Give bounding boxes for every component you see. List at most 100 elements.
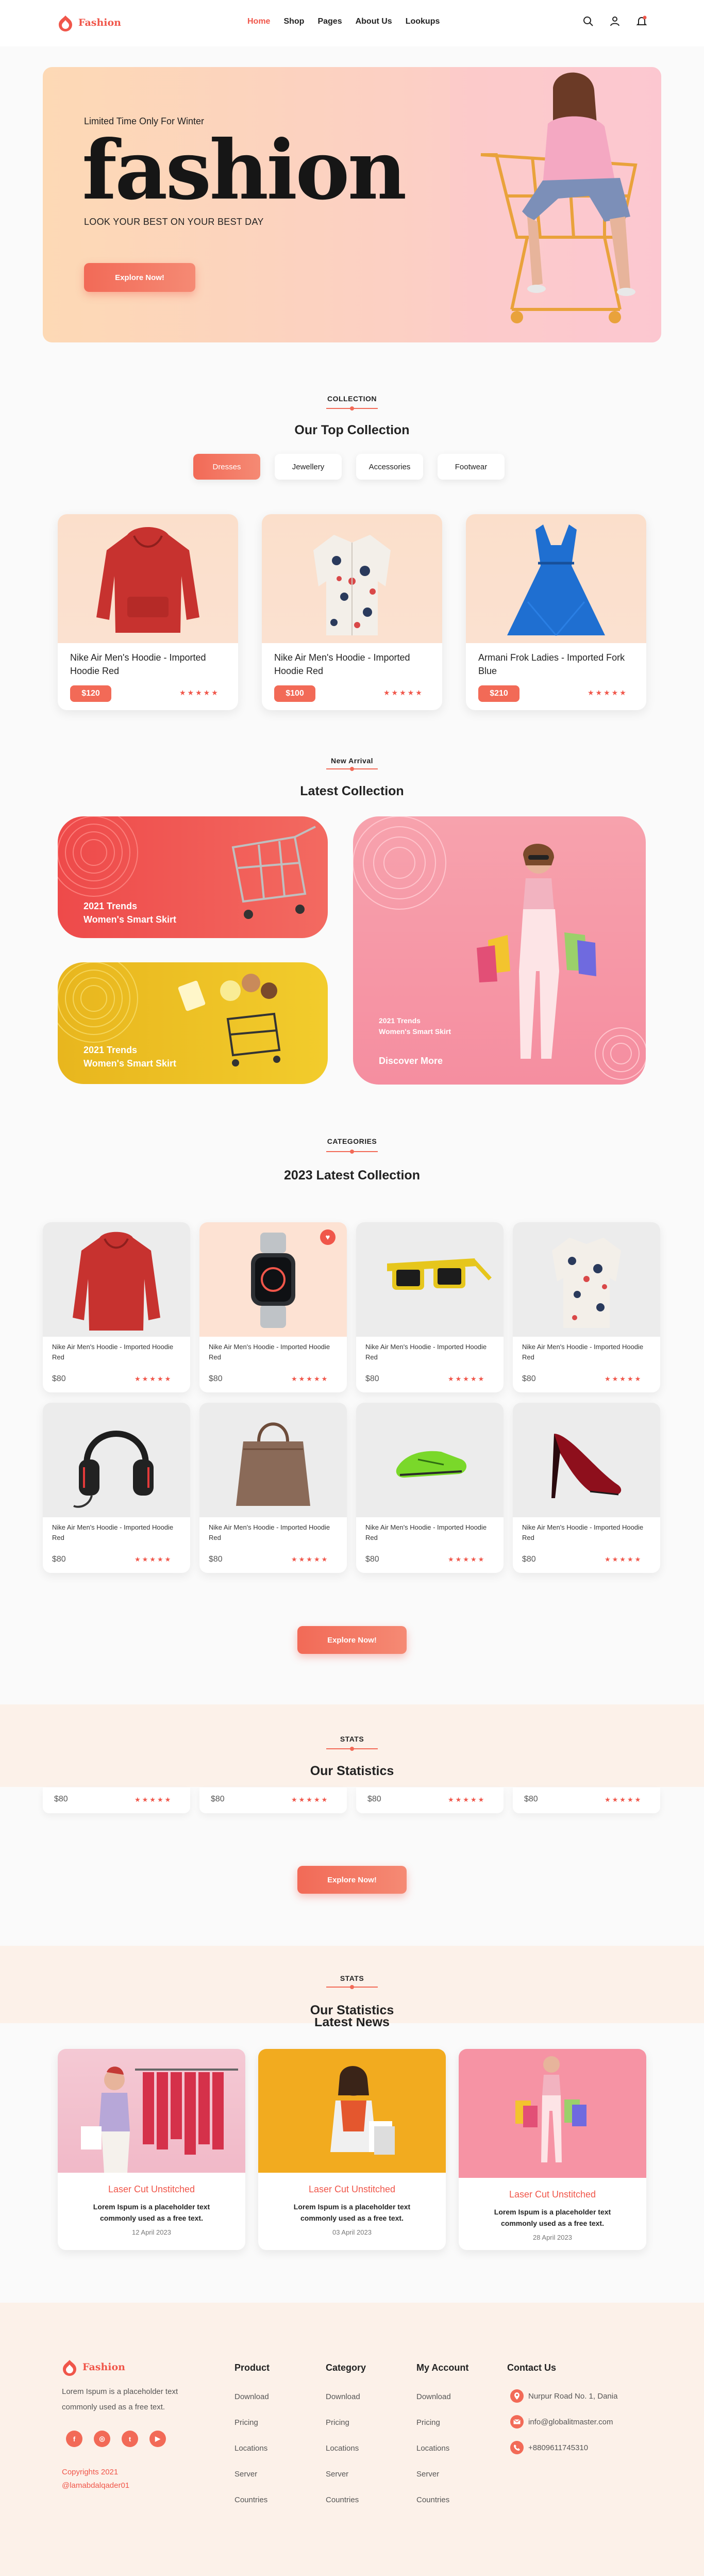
product-card[interactable]: Armani Frok Ladies - Imported Fork Blue …: [466, 514, 646, 710]
news-card[interactable]: Laser Cut Unstitched Lorem Ispum is a pl…: [258, 2049, 446, 2250]
footer-link[interactable]: Download: [234, 2392, 269, 2401]
brand-logo[interactable]: Fashion: [57, 14, 121, 31]
nav-link-lookups[interactable]: Lookups: [406, 17, 440, 26]
footer-link[interactable]: Countries: [234, 2496, 267, 2504]
category-item-name[interactable]: Nike Air Men's Hoodie - Imported Hoodie …: [522, 1342, 651, 1363]
stat-card: $80 ★★★★★: [513, 1787, 660, 1813]
footer-link[interactable]: Server: [416, 2470, 439, 2479]
category-card[interactable]: ♥ Nike Air Men's Hoodie - Imported Hoodi…: [199, 1222, 347, 1392]
news-card-desc: Lorem Ispum is a placeholder text common…: [93, 2203, 210, 2222]
category-card[interactable]: Nike Air Men's Hoodie - Imported Hoodie …: [356, 1222, 504, 1392]
news-card-desc: Lorem Ispum is a placeholder text common…: [494, 2208, 611, 2227]
youtube-icon[interactable]: ▶: [149, 2431, 166, 2447]
footer-about: Lorem Ispum is a placeholder text common…: [62, 2387, 178, 2411]
footer-logo[interactable]: Fashion: [61, 2358, 125, 2376]
category-card[interactable]: Nike Air Men's Hoodie - Imported Hoodie …: [199, 1403, 347, 1573]
top-nav: Fashion Home Shop Pages About Us Lookups: [0, 0, 704, 46]
category-image: [43, 1222, 190, 1337]
category-card[interactable]: Nike Air Men's Hoodie - Imported Hoodie …: [513, 1222, 660, 1392]
nav-link-home[interactable]: Home: [247, 17, 270, 26]
category-item-name[interactable]: Nike Air Men's Hoodie - Imported Hoodie …: [522, 1522, 651, 1543]
category-card[interactable]: Nike Air Men's Hoodie - Imported Hoodie …: [513, 1403, 660, 1573]
category-item-price: $80: [209, 1374, 223, 1383]
stats2-kicker: STATS: [340, 1974, 364, 1982]
instagram-icon[interactable]: ◎: [94, 2431, 110, 2447]
news-card-title[interactable]: Laser Cut Unstitched: [459, 2189, 646, 2200]
category-item-name[interactable]: Nike Air Men's Hoodie - Imported Hoodie …: [365, 1522, 494, 1543]
footer-link[interactable]: Download: [416, 2392, 451, 2401]
nav-links: Home Shop Pages About Us Lookups: [247, 17, 440, 26]
news-card-title[interactable]: Laser Cut Unstitched: [58, 2184, 245, 2195]
arrival-divider: [326, 767, 378, 771]
news-card-title[interactable]: Laser Cut Unstitched: [258, 2184, 446, 2195]
news-card[interactable]: Laser Cut Unstitched Lorem Ispum is a pl…: [459, 2049, 646, 2250]
arrival-banner-featured[interactable]: 2021 Trends Women's Smart Skirt Discover…: [353, 816, 646, 1085]
category-card[interactable]: Nike Air Men's Hoodie - Imported Hoodie …: [356, 1403, 504, 1573]
hoodie-icon: [73, 1232, 160, 1331]
nav-link-about[interactable]: About Us: [356, 17, 392, 26]
footer-link[interactable]: Pricing: [326, 2418, 349, 2427]
footer-link[interactable]: Server: [326, 2470, 348, 2479]
product-name[interactable]: Nike Air Men's Hoodie - Imported Hoodie …: [70, 651, 225, 678]
arrival-banner[interactable]: 2021 Trends Women's Smart Skirt: [58, 816, 328, 938]
category-item-name[interactable]: Nike Air Men's Hoodie - Imported Hoodie …: [209, 1522, 338, 1543]
wishlist-heart-icon[interactable]: ♥: [320, 1229, 336, 1245]
news-card-date: 28 April 2023: [533, 2234, 572, 2241]
news-card[interactable]: Laser Cut Unstitched Lorem Ispum is a pl…: [58, 2049, 245, 2250]
product-name[interactable]: Armani Frok Ladies - Imported Fork Blue: [478, 651, 633, 678]
product-name[interactable]: Nike Air Men's Hoodie - Imported Hoodie …: [274, 651, 429, 678]
footer-link[interactable]: Pricing: [234, 2418, 258, 2427]
news-image: [58, 2049, 245, 2173]
search-icon[interactable]: [582, 15, 594, 27]
footer-link[interactable]: Server: [234, 2470, 257, 2479]
footer-link[interactable]: Countries: [416, 2496, 449, 2504]
hoodie-icon: [96, 527, 199, 633]
facebook-icon[interactable]: f: [66, 2431, 82, 2447]
hero-title: fashion: [82, 123, 407, 218]
nav-link-pages[interactable]: Pages: [317, 17, 342, 26]
category-item-name[interactable]: Nike Air Men's Hoodie - Imported Hoodie …: [52, 1522, 181, 1543]
product-card[interactable]: Nike Air Men's Hoodie - Imported Hoodie …: [58, 514, 238, 710]
hero-explore-button[interactable]: Explore Now!: [84, 263, 195, 292]
tab-dresses[interactable]: Dresses: [193, 454, 260, 480]
footer-handle[interactable]: @lamabdalqader01: [62, 2481, 129, 2490]
banner-line2: Women's Smart Skirt: [379, 1027, 451, 1036]
banner-line2: Women's Smart Skirt: [83, 1058, 176, 1069]
category-item-price: $80: [522, 1555, 536, 1564]
logo-icon: [63, 2360, 76, 2376]
heel-icon: [551, 1434, 622, 1498]
footer-link[interactable]: Pricing: [416, 2418, 440, 2427]
nav-link-shop[interactable]: Shop: [283, 17, 304, 26]
category-item-price: $80: [365, 1374, 379, 1383]
category-item-name[interactable]: Nike Air Men's Hoodie - Imported Hoodie …: [209, 1342, 338, 1363]
news-image: [258, 2049, 446, 2173]
contact-phone[interactable]: +8809611745310: [528, 2443, 588, 2452]
rating-stars: ★★★★★: [135, 1555, 173, 1563]
bell-icon[interactable]: [636, 15, 647, 27]
discover-more-link[interactable]: Discover More: [379, 1054, 443, 1068]
category-card[interactable]: Nike Air Men's Hoodie - Imported Hoodie …: [43, 1403, 190, 1573]
tab-jewellery[interactable]: Jewellery: [275, 454, 342, 480]
footer-link[interactable]: Locations: [326, 2444, 359, 2453]
arrival-banner[interactable]: 2021 Trends Women's Smart Skirt: [58, 962, 328, 1084]
category-image: [513, 1222, 660, 1337]
contact-email[interactable]: info@globalitmaster.com: [528, 2418, 613, 2426]
category-card[interactable]: Nike Air Men's Hoodie - Imported Hoodie …: [43, 1222, 190, 1392]
rating-stars: ★★★★★: [135, 1375, 173, 1383]
clothing-rack-image: [81, 2066, 238, 2173]
product-card[interactable]: Nike Air Men's Hoodie - Imported Hoodie …: [262, 514, 442, 710]
rating-stars: ★★★★★: [383, 688, 424, 697]
banner-line1: 2021 Trends: [379, 1016, 421, 1025]
footer-link[interactable]: Countries: [326, 2496, 359, 2504]
user-icon[interactable]: [609, 15, 621, 27]
footer-link[interactable]: Locations: [416, 2444, 449, 2453]
categories-explore-button[interactable]: Explore Now!: [297, 1626, 407, 1654]
footer-link[interactable]: Download: [326, 2392, 360, 2401]
twitter-icon[interactable]: t: [122, 2431, 138, 2447]
category-item-name[interactable]: Nike Air Men's Hoodie - Imported Hoodie …: [365, 1342, 494, 1363]
footer-link[interactable]: Locations: [234, 2444, 267, 2453]
tab-footwear[interactable]: Footwear: [438, 454, 505, 480]
category-item-name[interactable]: Nike Air Men's Hoodie - Imported Hoodie …: [52, 1342, 181, 1363]
stats-explore-button[interactable]: Explore Now!: [297, 1866, 407, 1894]
tab-accessories[interactable]: Accessories: [356, 454, 423, 480]
